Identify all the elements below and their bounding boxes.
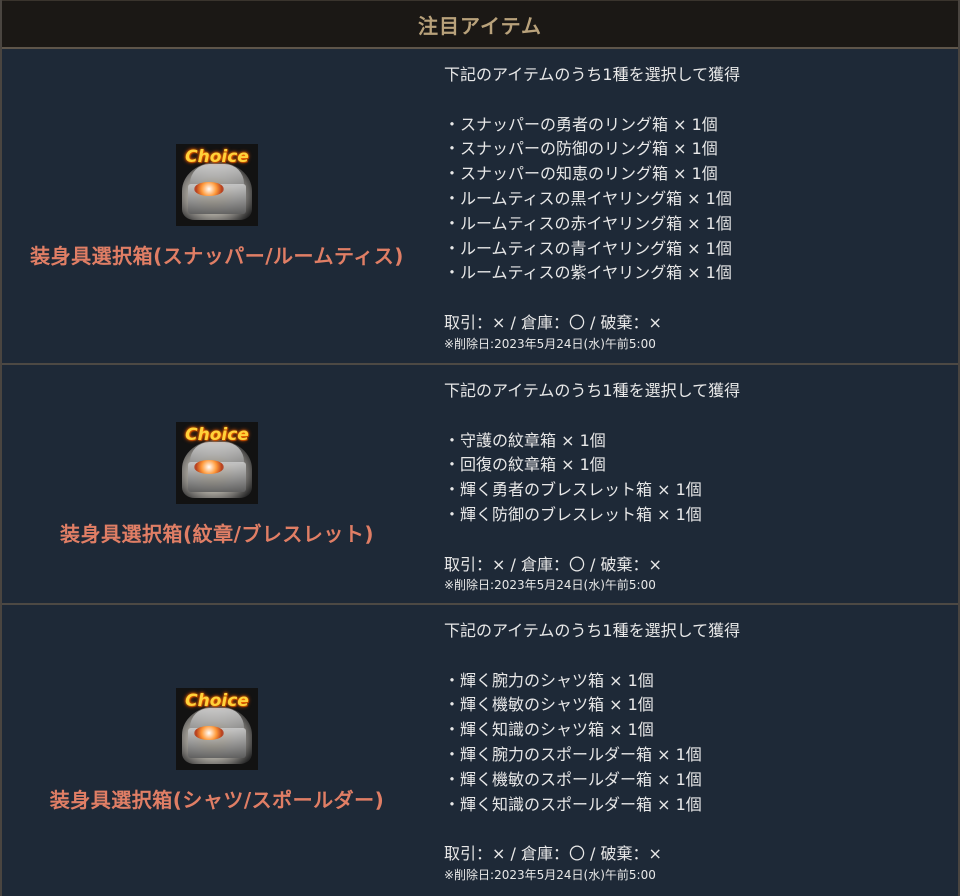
- choice-chest-icon: Choice: [176, 688, 258, 770]
- item-details: 下記のアイテムのうち1種を選択して獲得 ・守護の紋章箱 × 1個 ・回復の紋章箱…: [432, 365, 958, 603]
- item-name: 装身具選択箱(シャツ/スポールダー): [49, 788, 385, 812]
- item-row: Choice 装身具選択箱(スナッパー/ルームティス) 下記のアイテムのうち1種…: [2, 49, 958, 365]
- content-line: ・ルームティスの黒イヤリング箱 × 1個: [444, 188, 732, 208]
- item-visual: Choice 装身具選択箱(シャツ/スポールダー): [2, 605, 432, 896]
- content-line: ・ルームティスの赤イヤリング箱 × 1個: [444, 213, 732, 233]
- item-details: 下記のアイテムのうち1種を選択して獲得 ・輝く腕力のシャツ箱 × 1個 ・輝く機…: [432, 605, 958, 896]
- content-line: ・スナッパーの知恵のリング箱 × 1個: [444, 164, 718, 184]
- choice-label: Choice: [185, 691, 249, 711]
- item-name: 装身具選択箱(紋章/ブレスレット): [59, 521, 375, 546]
- choice-chest-icon: Choice: [176, 143, 258, 226]
- content-line: ・ルームティスの紫イヤリング箱 × 1個: [444, 263, 732, 283]
- content-line: ・輝く知識のシャツ箱 × 1個: [444, 720, 654, 740]
- deletion-date: ※削除日:2023年5月24日(水)午前5:00: [444, 336, 656, 351]
- item-name: 装身具選択箱(スナッパー/ルームティス): [30, 243, 404, 268]
- deletion-date: ※削除日:2023年5月24日(水)午前5:00: [444, 867, 656, 882]
- panel-title: 注目アイテム: [418, 13, 542, 38]
- featured-items-panel: 注目アイテム Choice 装身具選択箱(スナッパー/ルームティス) 下記のアイ…: [0, 0, 960, 896]
- content-line: ・輝く勇者のブレスレット箱 × 1個: [444, 480, 702, 500]
- choice-label: Choice: [185, 146, 249, 167]
- content-line: ・輝く機敏のシャツ箱 × 1個: [444, 695, 654, 715]
- content-line: ・輝く腕力のシャツ箱 × 1個: [444, 670, 654, 690]
- deletion-date: ※削除日:2023年5月24日(水)午前5:00: [444, 578, 656, 593]
- panel-header: 注目アイテム: [2, 0, 958, 49]
- content-line: ・輝く防御のブレスレット箱 × 1個: [444, 504, 702, 524]
- choice-label: Choice: [185, 424, 249, 445]
- item-visual: Choice 装身具選択箱(紋章/ブレスレット): [2, 365, 432, 603]
- item-intro: 下記のアイテムのうち1種を選択して獲得: [444, 65, 741, 84]
- item-visual: Choice 装身具選択箱(スナッパー/ルームティス): [2, 49, 432, 363]
- content-line: ・守護の紋章箱 × 1個: [444, 430, 606, 450]
- content-line: ・輝く腕力のスポールダー箱 × 1個: [444, 744, 702, 764]
- trade-info: 取引：× / 倉庫：〇 / 破棄：×: [444, 554, 662, 574]
- content-line: ・ルームティスの青イヤリング箱 × 1個: [444, 238, 732, 258]
- content-line: ・輝く知識のスポールダー箱 × 1個: [444, 794, 702, 814]
- content-line: ・輝く機敏のスポールダー箱 × 1個: [444, 769, 702, 789]
- content-line: ・回復の紋章箱 × 1個: [444, 455, 606, 475]
- trade-info: 取引：× / 倉庫：〇 / 破棄：×: [444, 312, 662, 332]
- content-line: ・スナッパーの防御のリング箱 × 1個: [444, 139, 718, 159]
- choice-chest-icon: Choice: [176, 421, 258, 504]
- item-intro: 下記のアイテムのうち1種を選択して獲得: [444, 621, 741, 640]
- content-line: ・スナッパーの勇者のリング箱 × 1個: [444, 114, 718, 134]
- item-row: Choice 装身具選択箱(シャツ/スポールダー) 下記のアイテムのうち1種を選…: [2, 605, 958, 896]
- item-details: 下記のアイテムのうち1種を選択して獲得 ・スナッパーの勇者のリング箱 × 1個 …: [432, 49, 958, 363]
- item-intro: 下記のアイテムのうち1種を選択して獲得: [444, 381, 741, 400]
- item-row: Choice 装身具選択箱(紋章/ブレスレット) 下記のアイテムのうち1種を選択…: [2, 365, 958, 605]
- trade-info: 取引：× / 倉庫：〇 / 破棄：×: [444, 844, 662, 864]
